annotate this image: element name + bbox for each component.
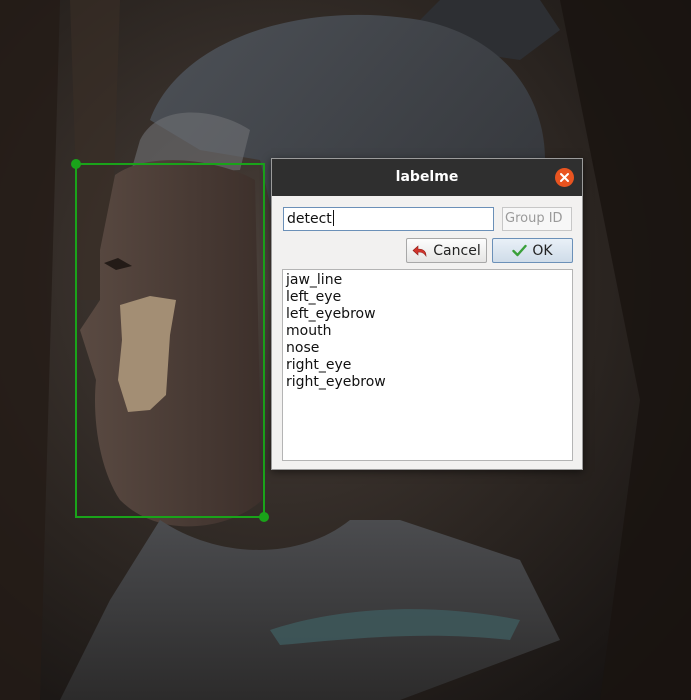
bbox-handle-bottom-right <box>259 512 269 522</box>
label-list-item[interactable]: nose <box>286 340 569 357</box>
label-dialog: labelme detect Group ID Cancel OK jaw_li… <box>271 158 583 470</box>
group-id-input[interactable]: Group ID <box>502 207 572 231</box>
close-icon <box>560 173 569 182</box>
label-list-item[interactable]: right_eye <box>286 357 569 374</box>
label-input[interactable]: detect <box>283 207 494 231</box>
dialog-titlebar[interactable]: labelme <box>272 159 582 196</box>
label-list-item[interactable]: jaw_line <box>286 272 569 289</box>
ok-button[interactable]: OK <box>492 238 573 263</box>
cancel-label: Cancel <box>433 242 481 259</box>
dialog-title: labelme <box>395 169 459 185</box>
checkmark-icon <box>512 244 528 257</box>
label-list-item[interactable]: left_eyebrow <box>286 306 569 323</box>
group-id-placeholder: Group ID <box>505 211 563 226</box>
label-list-item[interactable]: right_eyebrow <box>286 374 569 391</box>
close-button[interactable] <box>555 168 574 187</box>
label-input-value: detect <box>287 211 332 227</box>
ok-label: OK <box>532 242 553 259</box>
text-caret <box>332 210 334 226</box>
label-list[interactable]: jaw_line left_eye left_eyebrow mouth nos… <box>282 269 573 461</box>
cancel-button[interactable]: Cancel <box>406 238 487 263</box>
label-list-item[interactable]: mouth <box>286 323 569 340</box>
undo-arrow-icon <box>412 244 428 258</box>
label-list-item[interactable]: left_eye <box>286 289 569 306</box>
bbox-handle-top-left <box>71 159 81 169</box>
